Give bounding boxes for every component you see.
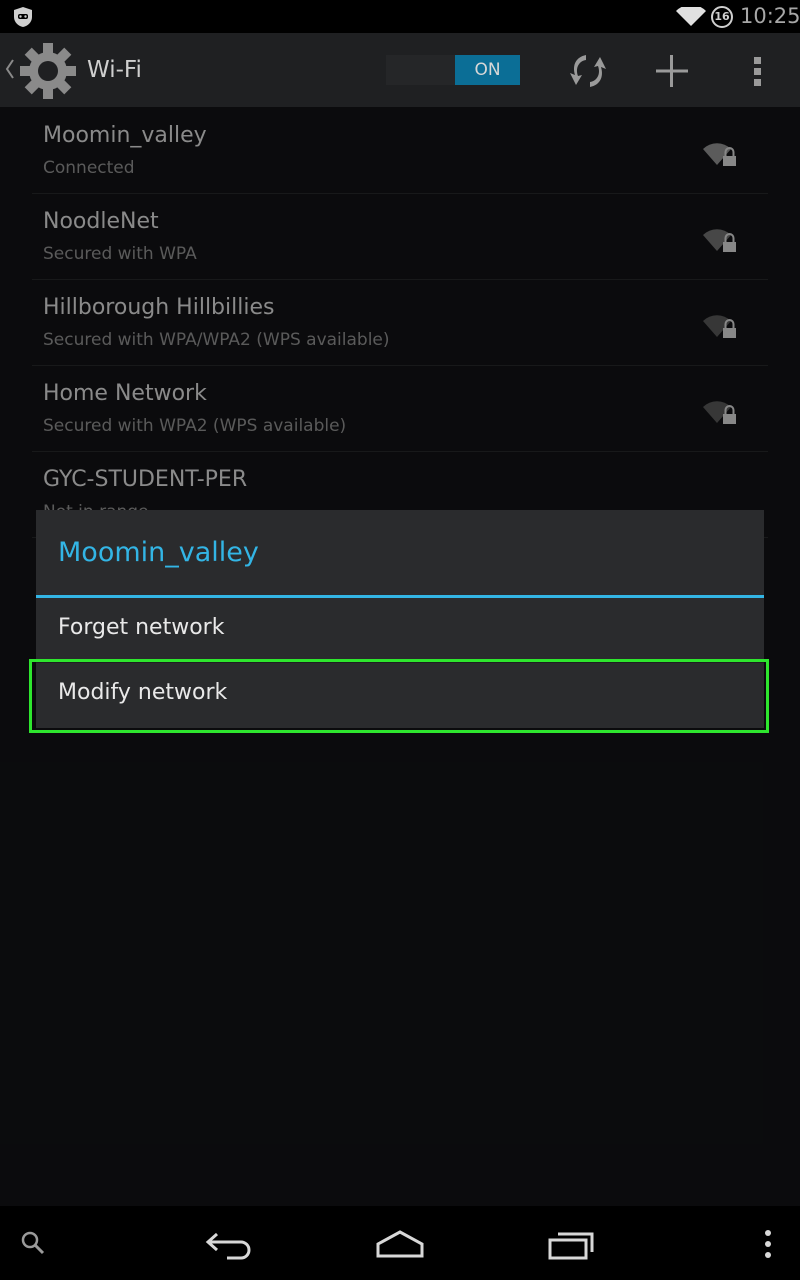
wifi-toggle-thumb: ON (455, 55, 520, 85)
status-bar: 16 10:25 (0, 0, 800, 33)
notification-badge-icon: 16 (711, 6, 733, 28)
network-context-dialog: Moomin_valley Forget network Modify netw… (36, 510, 764, 728)
up-caret-icon[interactable] (5, 56, 15, 82)
wifi-signal-icon (676, 7, 706, 26)
overflow-menu-icon[interactable] (744, 49, 772, 93)
dialog-title: Moomin_valley (58, 537, 259, 568)
privacy-guard-icon (14, 7, 32, 27)
forget-network-label: Forget network (58, 615, 225, 640)
search-icon[interactable] (20, 1230, 46, 1256)
wps-icon[interactable] (566, 51, 610, 91)
wifi-toggle[interactable]: ON (386, 55, 520, 85)
nav-bar (0, 1206, 800, 1280)
page-title: Wi-Fi (87, 57, 142, 83)
modify-network-label: Modify network (58, 680, 228, 705)
home-icon[interactable] (374, 1228, 426, 1260)
back-icon[interactable] (205, 1228, 255, 1260)
status-clock: 10:25 (740, 4, 800, 28)
modify-network-item[interactable]: Modify network (36, 663, 764, 727)
menu-dots-icon[interactable] (760, 1228, 776, 1260)
action-bar: Wi-Fi ON (0, 33, 800, 107)
forget-network-item[interactable]: Forget network (36, 598, 764, 663)
add-icon[interactable] (650, 49, 694, 93)
recents-icon[interactable] (546, 1226, 598, 1262)
settings-gear-icon[interactable] (18, 41, 78, 101)
